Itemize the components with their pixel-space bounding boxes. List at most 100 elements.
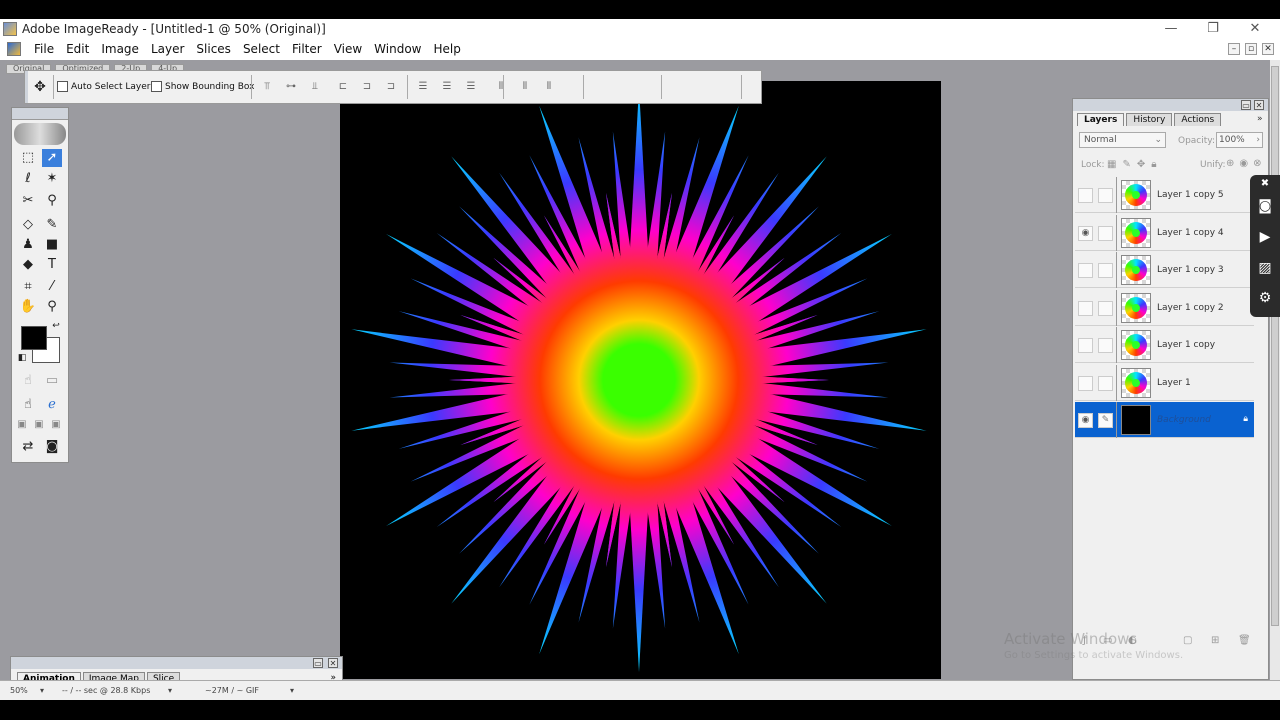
checkbox-box[interactable]	[57, 81, 68, 92]
zoom-tool-icon[interactable]: ⚲	[42, 298, 62, 316]
minimize-button[interactable]: —	[1156, 20, 1186, 38]
video-camera-icon[interactable]: ▶	[1254, 226, 1276, 248]
chevron-down-icon[interactable]: ▾	[290, 686, 294, 695]
toggle-slice-visibility-icon[interactable]: ▭	[42, 372, 62, 390]
rectangle-tool-icon[interactable]: ■	[42, 236, 62, 254]
animation-palette-title-bar[interactable]: ▭ ✕	[11, 657, 342, 669]
menu-view[interactable]: View	[328, 42, 368, 56]
chevron-down-icon[interactable]: ▾	[40, 686, 44, 695]
file-size[interactable]: ~27M / ~ GIF	[205, 686, 259, 695]
vertical-scrollbar[interactable]	[1270, 60, 1280, 680]
scrollbar-thumb[interactable]	[1271, 66, 1279, 626]
tab-layers[interactable]: Layers	[1077, 113, 1125, 126]
top-align-icon[interactable]: ⫪	[259, 80, 275, 94]
hcenter-align-icon[interactable]: ⊐	[359, 80, 375, 94]
link-icon[interactable]	[1098, 263, 1113, 278]
layer-row[interactable]: Layer 1 copy	[1075, 327, 1254, 363]
dist-hcenter-icon[interactable]: ⦀	[517, 80, 533, 94]
unify-visibility-icon[interactable]: ◉	[1239, 158, 1248, 169]
options-bar-grip[interactable]	[25, 71, 28, 103]
palette-minimize-icon[interactable]: ▭	[1241, 100, 1251, 110]
eye-icon[interactable]	[1078, 188, 1093, 203]
auto-select-layer-checkbox[interactable]: Auto Select Layer	[57, 81, 150, 92]
checkbox-box[interactable]	[151, 81, 162, 92]
layer-row[interactable]: ◉ Layer 1 copy 4	[1075, 214, 1254, 251]
mdi-minimize-button[interactable]: –	[1228, 43, 1240, 55]
layer-row[interactable]: Layer 1 copy 5	[1075, 177, 1254, 213]
dist-top-icon[interactable]: ☰	[415, 80, 431, 94]
gallery-icon[interactable]: ▨	[1254, 257, 1276, 279]
link-icon[interactable]	[1098, 188, 1113, 203]
link-icon[interactable]	[1098, 225, 1113, 241]
menu-filter[interactable]: Filter	[286, 42, 328, 56]
palette-close-icon[interactable]: ✕	[328, 658, 338, 668]
jump-to-app-icon[interactable]: ◙	[42, 438, 62, 456]
tab-history[interactable]: History	[1126, 113, 1173, 126]
move-tool-icon[interactable]: ➚	[42, 149, 62, 167]
eyedropper-tool-icon[interactable]: ⁄	[42, 278, 62, 296]
swap-colors-icon[interactable]: ↩	[50, 320, 62, 332]
layer-row[interactable]: ◉ ✎ Background 🔒︎	[1075, 402, 1254, 438]
trash-icon[interactable]: 🗑︎	[1238, 635, 1251, 646]
chevron-down-icon[interactable]: ▾	[168, 686, 172, 695]
vcenter-align-icon[interactable]: ⊶	[283, 80, 299, 94]
slice-tool-icon[interactable]: ✂	[18, 192, 38, 210]
lock-transparency-icon[interactable]: ▦	[1107, 159, 1116, 170]
screen-mode-full-icon[interactable]: ▣	[48, 416, 64, 434]
lasso-tool-icon[interactable]: ℓ	[18, 170, 38, 188]
left-align-icon[interactable]: ⊏	[335, 80, 351, 94]
magic-wand-tool-icon[interactable]: ✶	[42, 170, 62, 188]
zoom-level[interactable]: 50%	[10, 686, 28, 695]
foreground-color-swatch[interactable]	[21, 326, 47, 350]
dist-right-icon[interactable]: ⦀	[541, 80, 557, 94]
menu-image[interactable]: Image	[95, 42, 145, 56]
lock-image-icon[interactable]: ✎	[1122, 159, 1130, 170]
toolbox-title-bar[interactable]	[12, 108, 68, 120]
gear-icon[interactable]: ⚙	[1254, 287, 1276, 309]
eye-icon[interactable]: ◉	[1078, 413, 1093, 428]
screen-mode-full-menu-icon[interactable]: ▣	[31, 416, 47, 434]
link-icon[interactable]	[1098, 375, 1113, 391]
new-layer-icon[interactable]: ⊞	[1211, 635, 1219, 646]
marquee-tool-icon[interactable]: ⬚	[18, 149, 38, 167]
eye-icon[interactable]: ◉	[1078, 225, 1093, 241]
layer-row[interactable]: Layer 1	[1075, 364, 1254, 401]
blend-mode-select[interactable]: Normal ⌄	[1079, 132, 1166, 148]
layer-row[interactable]: Layer 1 copy 3	[1075, 252, 1254, 288]
layers-palette-title-bar[interactable]: ▭ ✕	[1073, 99, 1268, 111]
eye-icon[interactable]	[1078, 375, 1093, 391]
unify-style-icon[interactable]: ⊗	[1253, 158, 1261, 169]
brush-tool-icon[interactable]: ✎	[42, 216, 62, 234]
new-folder-icon[interactable]: ▢	[1183, 635, 1192, 646]
mdi-restore-button[interactable]: ▫	[1245, 43, 1257, 55]
eye-icon[interactable]	[1078, 263, 1093, 278]
menu-help[interactable]: Help	[428, 42, 467, 56]
dist-vcenter-icon[interactable]: ☰	[439, 80, 455, 94]
layer-row[interactable]: Layer 1 copy 2	[1075, 289, 1254, 326]
mdi-close-button[interactable]: ✕	[1262, 43, 1274, 55]
close-widget-icon[interactable]: ✖	[1254, 173, 1276, 195]
menu-file[interactable]: File	[28, 42, 60, 56]
right-align-icon[interactable]: ⊐	[383, 80, 399, 94]
palette-close-icon[interactable]: ✕	[1254, 100, 1264, 110]
move-tool-icon[interactable]: ✥	[31, 78, 49, 96]
link-icon[interactable]	[1098, 300, 1113, 316]
slice-select-tool-icon[interactable]: ⚲	[42, 192, 62, 210]
document-icon[interactable]	[7, 42, 21, 56]
eraser-tool-icon[interactable]: ◇	[18, 216, 38, 234]
brush-icon[interactable]: ✎	[1098, 413, 1113, 428]
clone-stamp-tool-icon[interactable]: ♟	[18, 236, 38, 254]
show-bounding-box-checkbox[interactable]: Show Bounding Box	[151, 81, 254, 92]
document-canvas[interactable]	[340, 81, 941, 679]
menu-window[interactable]: Window	[368, 42, 427, 56]
menu-layer[interactable]: Layer	[145, 42, 190, 56]
menu-slices[interactable]: Slices	[190, 42, 237, 56]
opacity-input[interactable]: 100% ›	[1216, 132, 1263, 148]
unify-position-icon[interactable]: ⊕	[1226, 158, 1234, 169]
dist-left-icon[interactable]: ⦀	[493, 80, 509, 94]
camera-icon[interactable]: ◙	[1254, 195, 1276, 217]
link-icon[interactable]	[1098, 338, 1113, 353]
crop-tool-icon[interactable]: ⌗	[18, 278, 38, 296]
palette-menu-arrow-icon[interactable]: »	[1257, 114, 1263, 124]
lock-position-icon[interactable]: ✥	[1137, 159, 1145, 170]
